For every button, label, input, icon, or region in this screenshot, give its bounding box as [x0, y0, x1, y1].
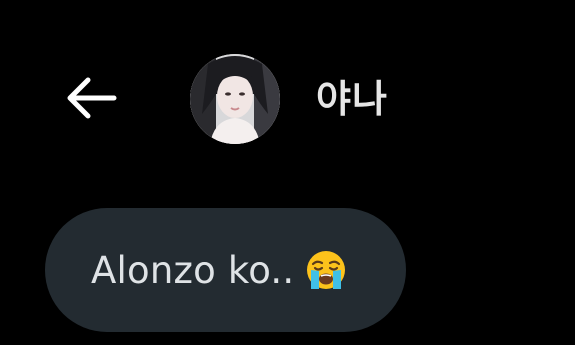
- arrow-left-icon: [67, 77, 117, 119]
- contact-name[interactable]: 야나: [316, 74, 388, 124]
- loudly-crying-face-icon: [304, 248, 348, 292]
- contact-photo: [190, 54, 280, 144]
- message-bubble[interactable]: Alonzo ko..: [45, 208, 406, 332]
- avatar[interactable]: [190, 54, 280, 144]
- back-button[interactable]: [58, 70, 124, 126]
- message-text: Alonzo ko..: [91, 248, 295, 292]
- chat-header: 야나: [0, 0, 575, 190]
